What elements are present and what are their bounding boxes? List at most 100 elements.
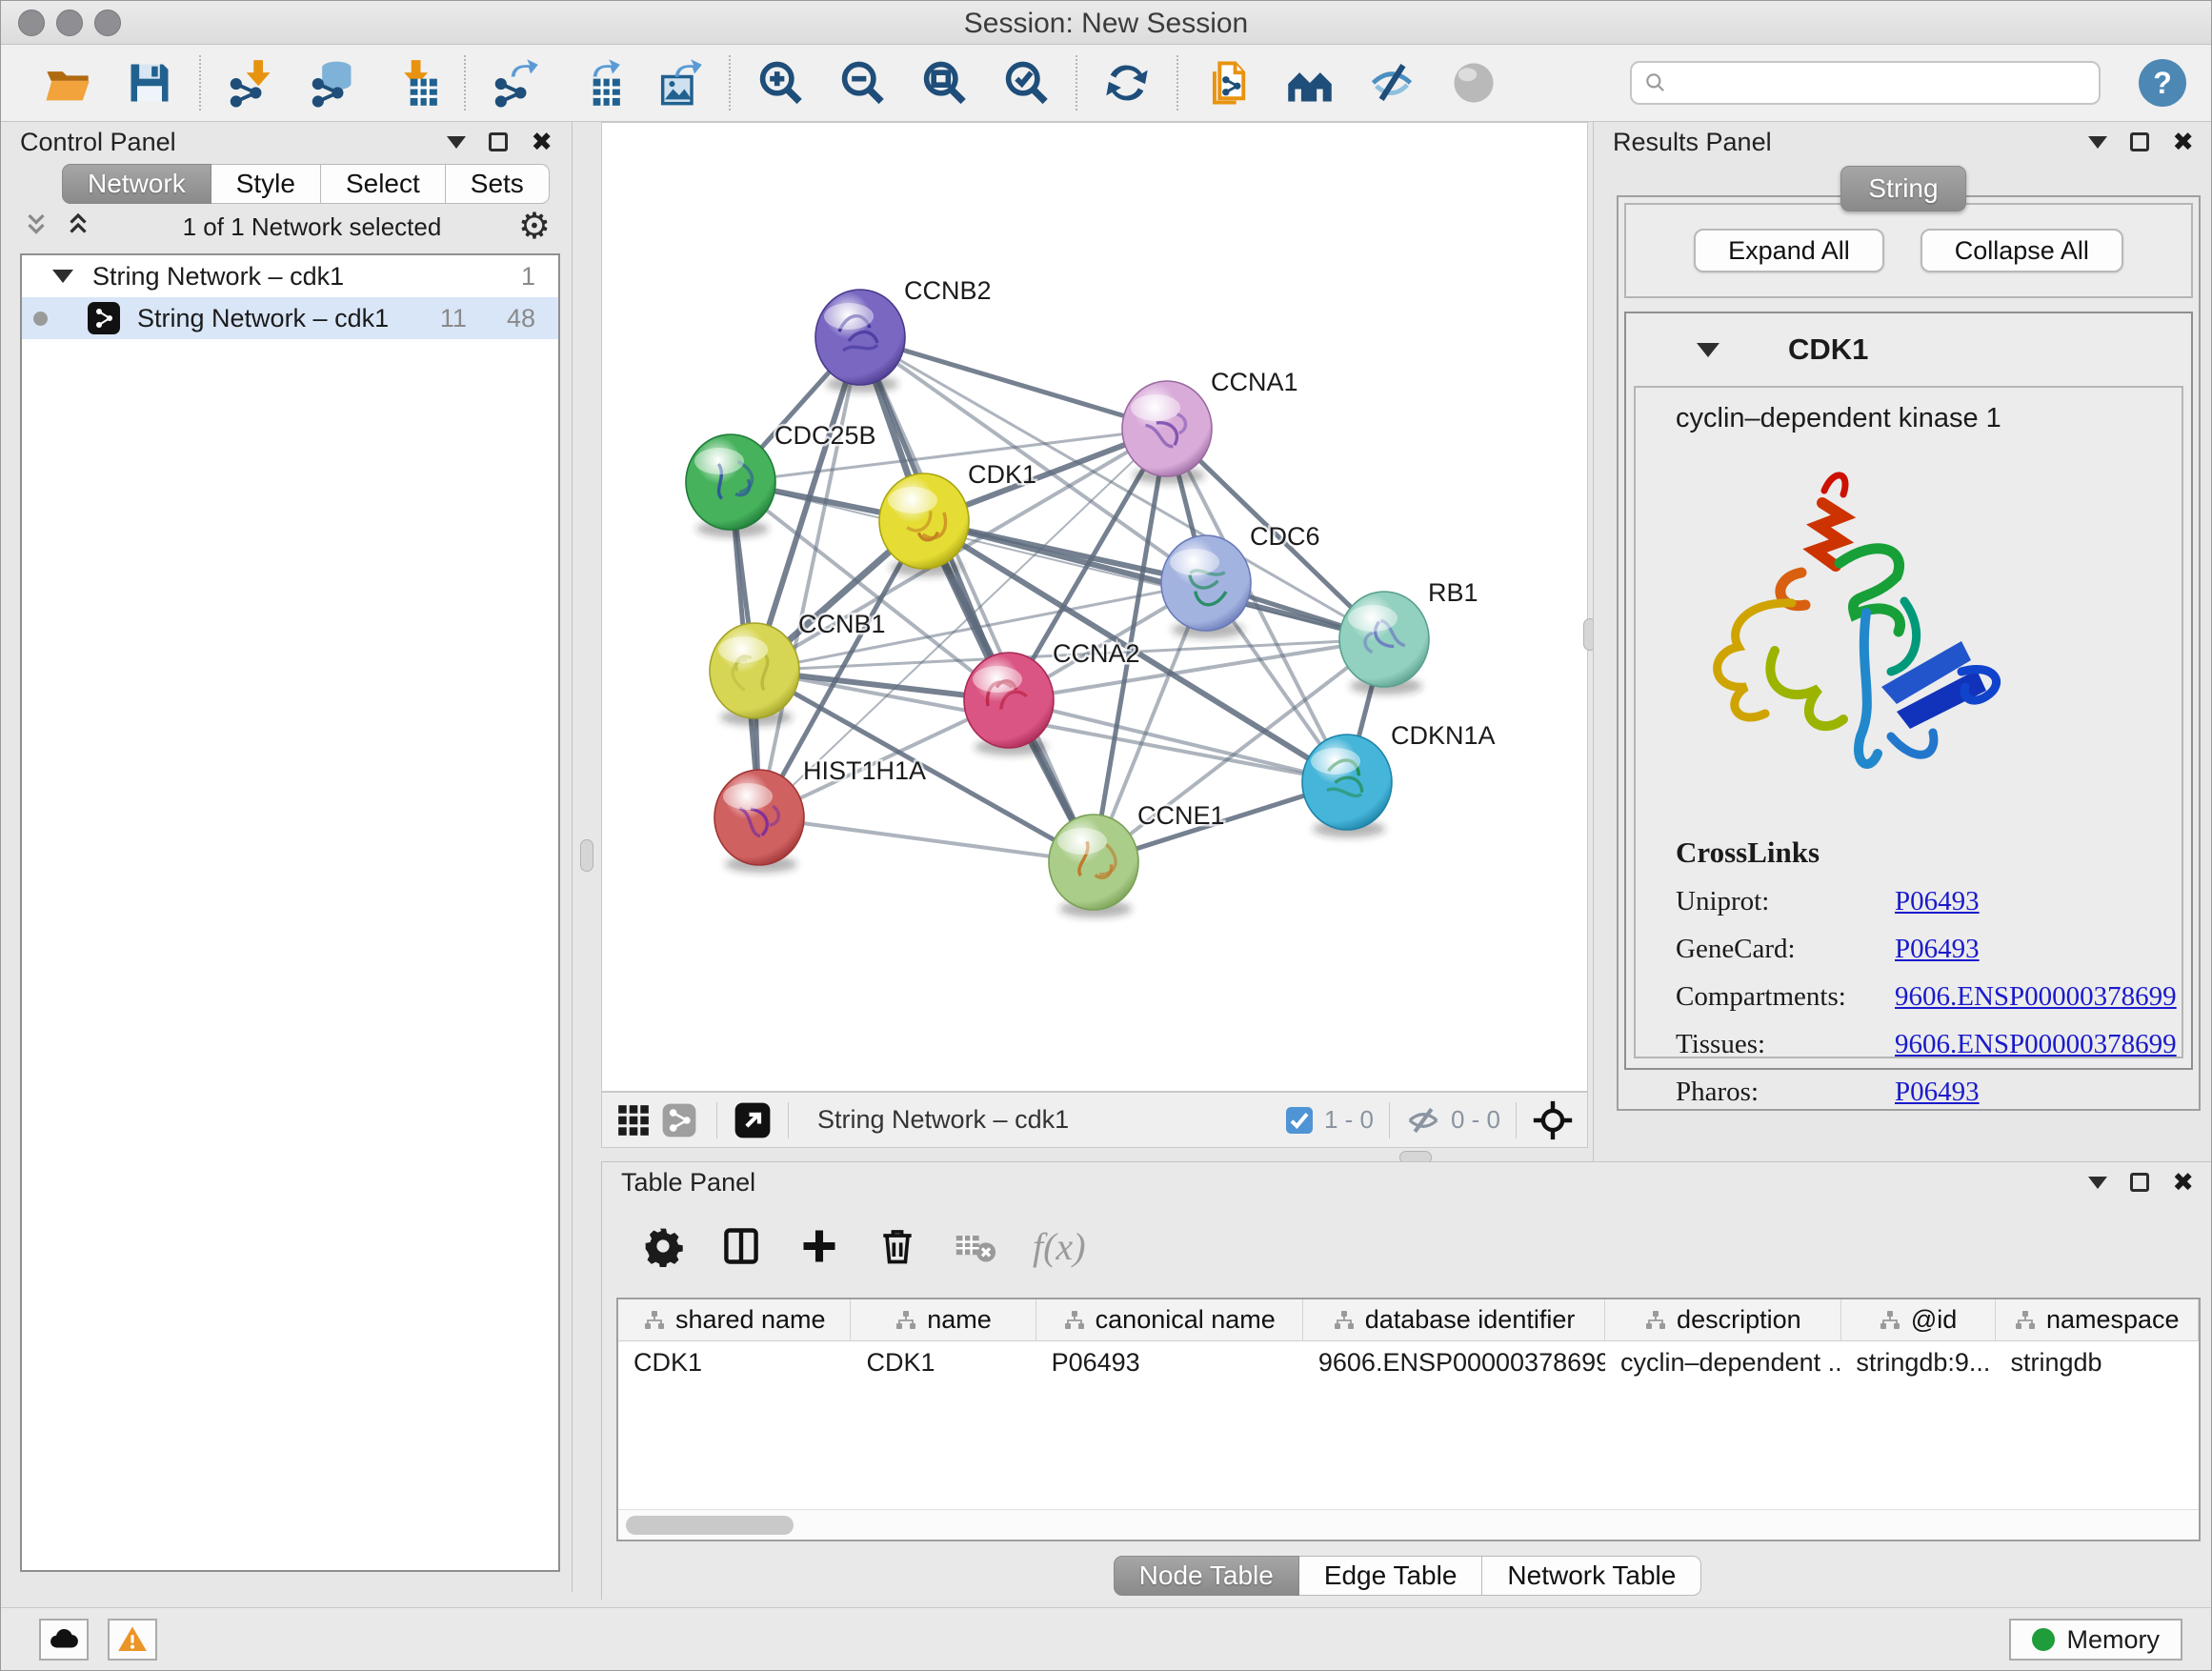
tab-style[interactable]: Style	[211, 164, 321, 204]
node-RB1[interactable]	[1339, 592, 1429, 695]
show-welcome-screen-button[interactable]	[1283, 56, 1337, 110]
cell[interactable]: P06493	[1036, 1341, 1303, 1383]
maximize-results-icon[interactable]	[2130, 132, 2149, 151]
column-header--id[interactable]: @id	[1841, 1299, 1996, 1340]
fit-selected-crosshair-icon[interactable]	[1532, 1099, 1574, 1141]
float-results-icon[interactable]	[2088, 136, 2107, 149]
tab-network[interactable]: Network	[62, 164, 211, 204]
cell[interactable]: stringdb	[1996, 1341, 2199, 1383]
zoom-out-button[interactable]	[835, 56, 889, 110]
node-CDK1[interactable]	[879, 473, 969, 576]
tab-node-table[interactable]: Node Table	[1114, 1556, 1299, 1596]
node-CDC6[interactable]	[1161, 535, 1251, 638]
tab-select[interactable]: Select	[321, 164, 446, 204]
selected-node-edge-counts: 1 - 0	[1324, 1105, 1374, 1135]
expand-all-button[interactable]: Expand All	[1694, 229, 1884, 272]
node-HIST1H1A[interactable]	[714, 770, 804, 873]
control-panel-tabs: NetworkStyleSelectSets	[1, 164, 572, 204]
crosslink-value-link[interactable]: P06493	[1895, 934, 1980, 965]
collection-expander-icon[interactable]	[52, 270, 73, 283]
export-network-button[interactable]	[489, 56, 542, 110]
expand-all-networks-icon[interactable]	[64, 211, 92, 244]
delete-column-icon[interactable]	[876, 1225, 918, 1267]
toggle-panes-icon[interactable]	[720, 1225, 762, 1267]
apply-preferred-layout-button[interactable]	[1100, 56, 1154, 110]
warnings-button[interactable]	[108, 1619, 157, 1661]
search-input[interactable]	[1678, 69, 2087, 98]
column-header-canonical-name[interactable]: canonical name	[1036, 1299, 1303, 1340]
table-horizontal-scrollbar[interactable]	[618, 1509, 2199, 1540]
column-header-database-identifier[interactable]: database identifier	[1303, 1299, 1605, 1340]
node-CDC25B[interactable]	[686, 434, 775, 537]
help-button[interactable]: ?	[2139, 59, 2186, 107]
network-list-icon[interactable]	[661, 1102, 697, 1138]
column-header-name[interactable]: name	[851, 1299, 1036, 1340]
cloud-status-button[interactable]	[39, 1619, 89, 1661]
cell[interactable]: CDK1	[618, 1341, 851, 1383]
tab-sets[interactable]: Sets	[446, 164, 550, 204]
network-options-gear-icon[interactable]: ⚙	[518, 209, 551, 245]
search-input-wrapper[interactable]	[1630, 61, 2101, 105]
memory-button[interactable]: Memory	[2009, 1619, 2182, 1661]
crosslink-value-link[interactable]: P06493	[1895, 886, 1980, 917]
grid-view-icon[interactable]	[615, 1102, 652, 1138]
cell[interactable]: 9606.ENSP00000378699	[1303, 1341, 1605, 1383]
birdseye-view-icon[interactable]	[733, 1100, 773, 1140]
node-table[interactable]: shared namenamecanonical namedatabase id…	[616, 1298, 2201, 1541]
column-header-description[interactable]: description	[1605, 1299, 1840, 1340]
export-table-button[interactable]	[571, 56, 624, 110]
node-CDKN1A[interactable]	[1302, 735, 1392, 837]
node-CCNB1[interactable]	[710, 623, 799, 726]
left-splitter-handle[interactable]	[580, 839, 593, 872]
maximize-panel-icon[interactable]	[489, 132, 508, 151]
gene-section-header[interactable]: CDK1	[1626, 313, 2191, 386]
maximize-table-icon[interactable]	[2130, 1173, 2149, 1192]
close-table-icon[interactable]: ✖	[2172, 1170, 2194, 1196]
collapse-all-networks-icon[interactable]	[22, 211, 50, 244]
collapse-all-button[interactable]: Collapse All	[1920, 229, 2123, 272]
scrollbar-thumb[interactable]	[626, 1516, 794, 1535]
clone-network-button[interactable]	[1201, 56, 1255, 110]
cell[interactable]: stringdb:9...	[1840, 1341, 1995, 1383]
table-row[interactable]: CDK1CDK1P064939606.ENSP00000378699cyclin…	[618, 1341, 2199, 1383]
network-row[interactable]: String Network – cdk1 11 48	[22, 297, 558, 339]
network-canvas[interactable]: CCNB2CCNA1CDC25BCDK1CDC6RB1CCNB1CCNA2CDK…	[601, 122, 1588, 1092]
gene-expander-icon[interactable]	[1697, 343, 1719, 357]
node-label-CDC6: CDC6	[1250, 522, 1320, 551]
float-table-icon[interactable]	[2088, 1177, 2107, 1189]
node-CCNA1[interactable]	[1122, 381, 1212, 484]
tab-network-table[interactable]: Network Table	[1482, 1556, 1701, 1596]
cell[interactable]: cyclin–dependent ...	[1605, 1341, 1840, 1383]
hidden-elements-icon[interactable]	[1405, 1102, 1441, 1138]
close-panel-icon[interactable]: ✖	[531, 130, 553, 155]
vizmapper-button[interactable]	[1447, 56, 1500, 110]
import-network-from-database-button[interactable]	[306, 56, 359, 110]
column-header-namespace[interactable]: namespace	[1996, 1299, 2199, 1340]
column-header-shared-name[interactable]: shared name	[618, 1299, 851, 1340]
tab-string[interactable]: String	[1840, 166, 1965, 211]
crosslink-value-link[interactable]: 9606.ENSP00000378699	[1895, 1029, 2177, 1060]
show-hide-graphics-details-button[interactable]	[1365, 56, 1418, 110]
crosslink-value-link[interactable]: 9606.ENSP00000378699	[1895, 981, 2177, 1013]
close-results-icon[interactable]: ✖	[2172, 130, 2194, 155]
open-session-button[interactable]	[41, 56, 94, 110]
import-network-from-file-button[interactable]	[224, 56, 277, 110]
float-panel-icon[interactable]	[447, 136, 466, 149]
export-image-button[interactable]	[653, 56, 706, 110]
save-session-button[interactable]	[123, 56, 176, 110]
table-header-row: shared namenamecanonical namedatabase id…	[618, 1299, 2199, 1341]
node-CCNB2[interactable]	[815, 290, 905, 393]
zoom-selected-button[interactable]	[999, 56, 1053, 110]
zoom-fit-content-button[interactable]	[917, 56, 971, 110]
network-collection-row[interactable]: String Network – cdk1 1	[22, 255, 558, 297]
node-CCNE1[interactable]	[1049, 815, 1138, 917]
import-table-from-file-button[interactable]	[388, 56, 441, 110]
zoom-in-button[interactable]	[754, 56, 807, 110]
create-column-icon[interactable]	[798, 1225, 840, 1267]
selected-nodes-checkbox-icon[interactable]	[1284, 1105, 1315, 1136]
tab-edge-table[interactable]: Edge Table	[1299, 1556, 1483, 1596]
cell[interactable]: CDK1	[851, 1341, 1036, 1383]
crosslink-value-link[interactable]: P06493	[1895, 1077, 1980, 1108]
table-options-gear-icon[interactable]	[642, 1225, 684, 1267]
network-view-toolbar: String Network – cdk1 1 - 0 0 - 0	[601, 1092, 1588, 1148]
